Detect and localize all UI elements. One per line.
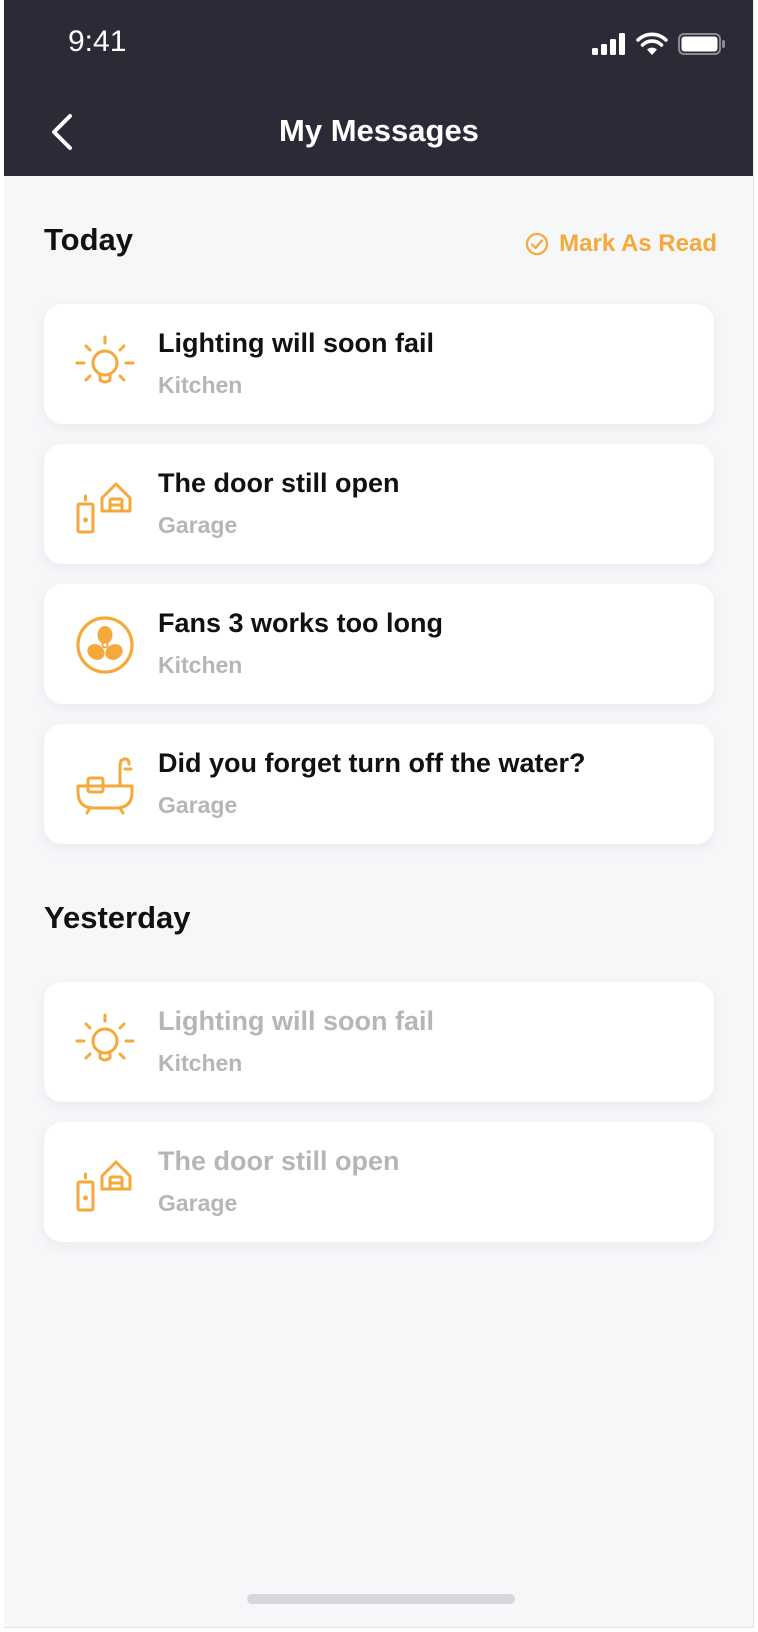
message-location: Garage [158,792,238,818]
message-location: Kitchen [158,652,243,678]
top-bar: 9:41 My Messages [4,0,753,176]
home-indicator [247,1594,515,1604]
message-card-read[interactable]: Lighting will soon fail Kitchen [44,982,714,1102]
lightbulb-icon [75,1013,135,1062]
mark-as-read-button[interactable]: Mark As Read [525,230,717,258]
message-title: Did you forget turn off the water? [158,748,586,778]
section-title-yesterday: Yesterday [44,900,191,935]
bathtub-icon [76,757,134,815]
mark-as-read-label: Mark As Read [559,230,717,257]
message-card-read[interactable]: The door still open Garage [44,1122,714,1242]
message-card[interactable]: Lighting will soon fail Kitchen [44,304,714,424]
message-location: Garage [158,1190,238,1216]
lightbulb-icon [75,335,135,384]
message-title: Fans 3 works too long [158,608,444,638]
phone-screen: 9:41 My Messages Today Mark As Read Ligh… [4,0,754,1628]
signal-icon [592,33,625,55]
page-title: My Messages [279,113,479,148]
message-title: Lighting will soon fail [158,1006,434,1036]
section-title-today: Today [44,222,133,257]
message-title: Lighting will soon fail [158,328,434,358]
message-location: Garage [158,512,238,538]
status-time: 9:41 [68,25,127,58]
message-card[interactable]: The door still open Garage [44,444,714,564]
message-card[interactable]: Did you forget turn off the water? Garag… [44,724,714,844]
message-title: The door still open [158,468,400,498]
door-house-icon [76,1160,132,1212]
wifi-icon [636,32,668,55]
message-title: The door still open [158,1146,400,1176]
message-location: Kitchen [158,1050,243,1076]
door-house-icon [76,482,132,534]
check-circle-icon [526,232,549,256]
message-card[interactable]: Fans 3 works too long Kitchen [44,584,714,704]
status-icons [592,32,726,56]
fan-icon [76,616,134,674]
battery-icon [678,33,725,55]
message-location: Kitchen [158,372,243,398]
